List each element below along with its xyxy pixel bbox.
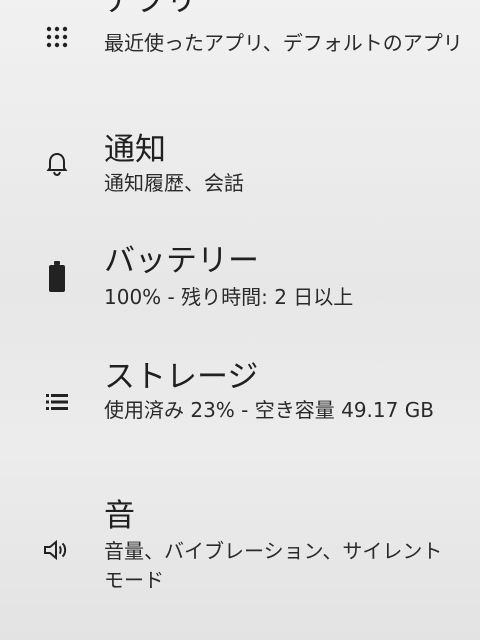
settings-item-battery[interactable]: バッテリー 100% - 残り時間: 2 日以上: [0, 240, 480, 325]
settings-item-sound[interactable]: 音 音量、バイブレーション、サイレント モード: [0, 496, 480, 600]
settings-item-storage[interactable]: ストレージ 使用済み 23% - 空き容量 49.17 GB: [0, 355, 480, 455]
settings-item-title: 音: [104, 498, 135, 534]
settings-item-title: 通知: [104, 132, 166, 168]
settings-item-notifications[interactable]: 通知 通知履歴、会話: [0, 120, 480, 210]
settings-item-subtitle: 使用済み 23% - 空き容量 49.17 GB: [104, 398, 434, 422]
settings-item-title: アプリ: [104, 0, 197, 19]
settings-item-subtitle: 通知履歴、会話: [104, 171, 244, 195]
settings-item-subtitle: 100% - 残り時間: 2 日以上: [104, 285, 354, 309]
settings-item-title: バッテリー: [104, 243, 259, 279]
settings-item-title: ストレージ: [104, 359, 259, 395]
battery-icon: [40, 260, 74, 294]
settings-item-apps[interactable]: アプリ 最近使ったアプリ、デフォルトのアプリ: [0, 0, 480, 90]
apps-grid-icon: [40, 20, 74, 54]
volume-icon: [40, 533, 74, 567]
settings-item-subtitle: 音量、バイブレーション、サイレント モード: [104, 539, 443, 592]
bell-icon: [40, 147, 74, 181]
storage-icon: [40, 387, 74, 421]
settings-item-subtitle: 最近使ったアプリ、デフォルトのアプリ: [104, 31, 463, 55]
settings-screen: アプリ 最近使ったアプリ、デフォルトのアプリ 通知 通知履歴、会話 バッテリー …: [0, 0, 480, 640]
